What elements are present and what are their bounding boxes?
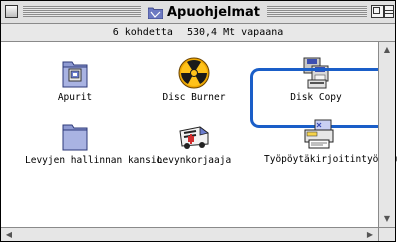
collapse-box[interactable] <box>384 5 394 18</box>
item-tyopoytakirjoitintyokalu[interactable]: Työpöytäkirjoitintyökalu <box>264 118 397 166</box>
free-space: 530,4 Mt vapaana <box>186 27 284 38</box>
info-bar: 6 kohdetta 530,4 Mt vapaana <box>1 24 395 42</box>
item-label: Levynkorjaaja <box>156 155 232 166</box>
radiation-disc-icon <box>176 56 212 90</box>
scroll-up-arrow-icon[interactable]: ▲ <box>381 44 393 56</box>
item-disc-burner[interactable]: Disc Burner <box>144 56 244 104</box>
item-label: Levyjen hallinnan kansio <box>25 155 163 166</box>
vertical-scrollbar[interactable]: ▲ ▼ <box>378 42 395 227</box>
title-bar[interactable]: Apuohjelmat <box>1 1 395 24</box>
scroll-left-arrow-icon[interactable]: ◀ <box>3 229 15 241</box>
desktop-printer-utility-icon <box>301 118 337 152</box>
zoom-box[interactable] <box>371 5 384 18</box>
window-title-text: Apuohjelmat <box>166 4 261 20</box>
window-title: Apuohjelmat <box>142 3 266 21</box>
horizontal-scrollbar[interactable]: ◀ ▶ <box>1 227 378 241</box>
item-levyjen-hallinnan-kansio[interactable]: Levyjen hallinnan kansio <box>25 119 163 167</box>
resize-grow-box[interactable] <box>378 227 395 241</box>
scroll-right-arrow-icon[interactable]: ▶ <box>364 229 376 241</box>
folder-with-app-icon <box>57 56 93 90</box>
item-count: 6 kohdetta <box>112 27 173 38</box>
item-label: Disc Burner <box>162 92 226 103</box>
item-levynkorjaaja[interactable]: Levynkorjaaja <box>144 119 244 167</box>
applications-folder-icon <box>147 6 164 19</box>
title-stripes-right <box>267 6 367 17</box>
close-box[interactable] <box>5 5 18 18</box>
title-stripes-left <box>23 6 141 17</box>
finder-window: Apuohjelmat 6 kohdetta 530,4 Mt vapaana … <box>0 0 397 242</box>
item-apurit[interactable]: Apurit <box>25 56 125 104</box>
item-label: Työpöytäkirjoitintyökalu <box>264 154 397 165</box>
ambulance-icon <box>176 119 212 153</box>
item-label: Apurit <box>57 92 93 103</box>
scroll-down-arrow-icon[interactable]: ▼ <box>381 213 393 225</box>
folder-icon <box>57 119 93 153</box>
